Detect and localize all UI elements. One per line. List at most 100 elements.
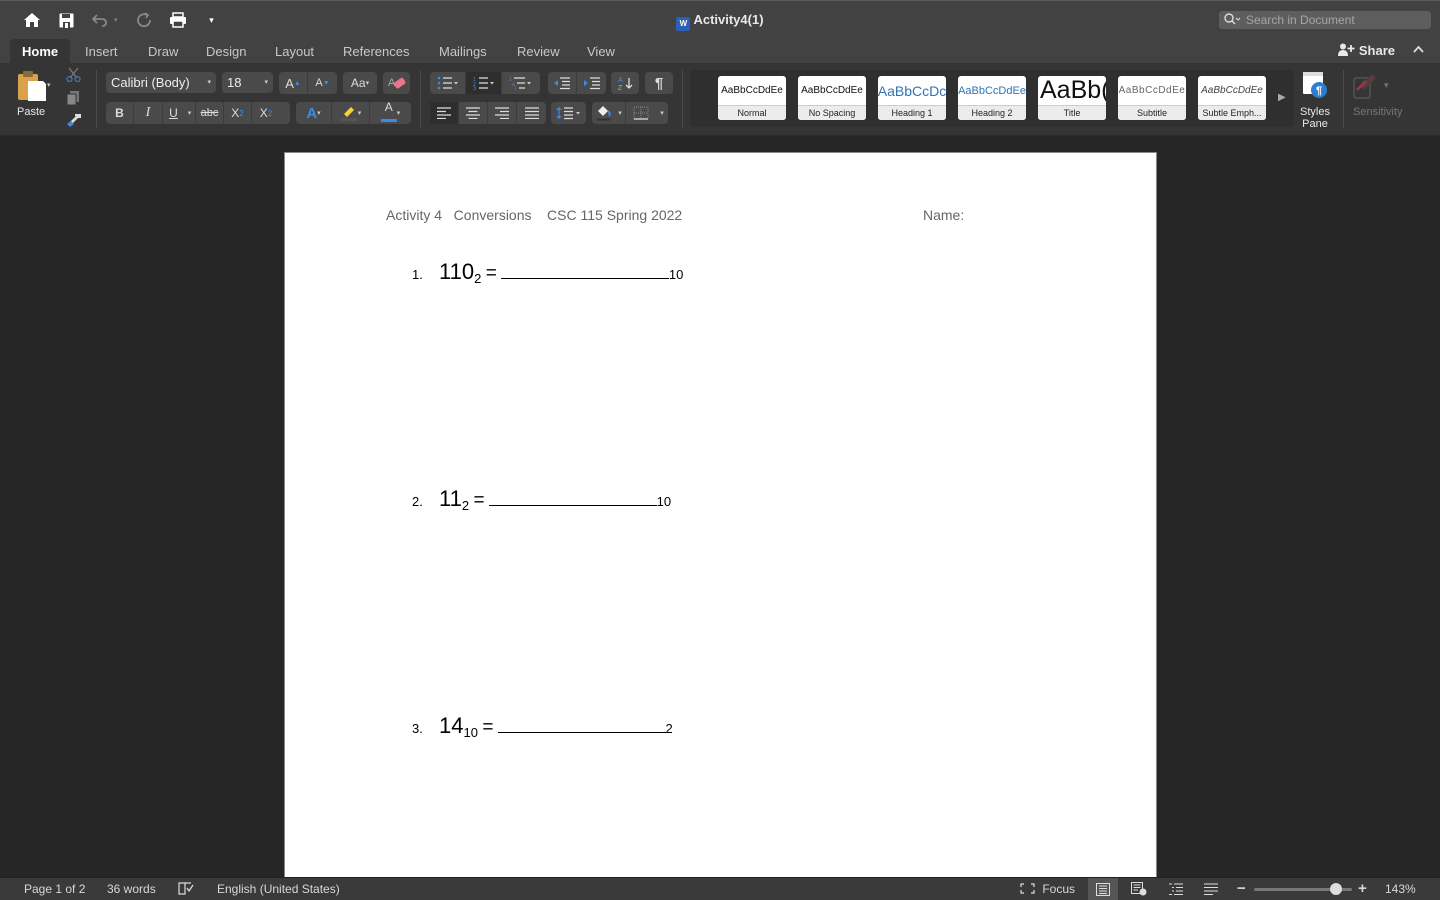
decrease-font-size-button[interactable]: A ▼ (308, 72, 337, 94)
answer-blank[interactable] (488, 488, 657, 506)
word-doc-icon: W (676, 17, 691, 31)
font-name-select[interactable]: Calibri (Body) ▾ (106, 72, 216, 93)
styles-pane-button[interactable]: ¶ (1298, 70, 1332, 105)
proofing-icon[interactable] (178, 881, 194, 898)
tab-design[interactable]: Design (206, 44, 246, 59)
text-effects-button[interactable]: A ▾ (296, 102, 332, 124)
header-name-label: Name: (923, 207, 965, 223)
underline-button[interactable]: U (163, 102, 184, 124)
web-layout-view-button[interactable] (1124, 878, 1154, 900)
tab-draw[interactable]: Draw (148, 44, 178, 59)
subscript-button[interactable]: X2 (224, 102, 252, 124)
share-button[interactable]: Share (1338, 43, 1395, 58)
style-heading-1[interactable]: AaBbCcDc Heading 1 (878, 76, 946, 120)
align-center-icon (466, 107, 480, 119)
clear-formatting-button[interactable]: A (383, 72, 410, 94)
header-left-text: Activity 4 Conversions CSC 115 Spring 20… (386, 207, 683, 223)
outline-view-button[interactable] (1161, 878, 1191, 900)
bullets-button[interactable] (430, 72, 466, 94)
multilevel-list-button[interactable]: 1ai (502, 72, 540, 94)
zoom-slider-handle[interactable] (1330, 883, 1343, 895)
bold-button[interactable]: B (106, 102, 134, 124)
zoom-level[interactable]: 143% (1385, 882, 1416, 896)
add-person-icon (1338, 43, 1355, 56)
language-indicator[interactable]: English (United States) (217, 882, 340, 896)
from-base: 2 (461, 498, 470, 513)
search-placeholder: Search in Document (1246, 13, 1355, 27)
cut-icon[interactable] (66, 67, 81, 87)
tab-review[interactable]: Review (517, 44, 560, 59)
chevron-down-icon: ▾ (264, 79, 268, 86)
zoom-in-button[interactable]: + (1358, 880, 1367, 897)
ribbon-divider (96, 70, 97, 128)
strikethrough-button[interactable]: abc (196, 102, 224, 124)
align-left-button[interactable] (430, 102, 459, 124)
zoom-out-button[interactable]: − (1237, 880, 1246, 897)
collapse-ribbon-icon[interactable] (1413, 42, 1424, 56)
page-count[interactable]: Page 1 of 2 (24, 882, 85, 896)
svg-text:3: 3 (473, 86, 476, 90)
style-no-spacing[interactable]: AaBbCcDdEe No Spacing (798, 76, 866, 120)
search-icon[interactable] (1224, 11, 1241, 29)
change-case-button[interactable]: Aa ▾ (343, 72, 377, 94)
line-spacing-icon (555, 107, 580, 120)
question-value: 11 (439, 486, 462, 511)
increase-indent-button[interactable] (577, 72, 606, 94)
italic-button[interactable]: I (134, 102, 163, 124)
shading-dropdown-icon[interactable]: ▾ (618, 109, 622, 117)
word-count[interactable]: 36 words (107, 882, 156, 896)
draft-icon (1204, 883, 1218, 895)
format-painter-icon[interactable] (66, 113, 82, 133)
font-color-button[interactable]: A ▾ (370, 101, 411, 124)
highlight-button[interactable]: ▾ (332, 102, 370, 124)
shading-button[interactable] (592, 102, 615, 124)
style-normal[interactable]: AaBbCcDdEe Normal (718, 76, 786, 120)
answer-blank[interactable] (497, 715, 666, 733)
show-formatting-button[interactable]: ¶ (645, 72, 673, 94)
question-number: 3. (412, 721, 423, 736)
to-base: 10 (656, 494, 672, 509)
borders-dropdown-icon[interactable]: ▾ (660, 109, 664, 117)
borders-button[interactable] (626, 102, 656, 124)
change-case-icon: Aa (350, 76, 366, 90)
superscript-button[interactable]: X2 (252, 102, 280, 124)
tab-insert[interactable]: Insert (85, 44, 118, 59)
to-base: 2 (665, 721, 673, 736)
style-subtitle[interactable]: AaBbCcDdEe Subtitle (1118, 76, 1186, 120)
increase-font-size-button[interactable]: A ▲ (279, 72, 308, 94)
from-base: 2 (474, 271, 482, 286)
search-input[interactable]: Search in Document (1219, 11, 1431, 29)
question-value: 110 (439, 259, 475, 284)
sensitivity-label: Sensitivity (1353, 106, 1403, 118)
svg-text:i: i (515, 86, 516, 90)
document-page[interactable]: Activity 4 Conversions CSC 115 Spring 20… (284, 152, 1157, 878)
tab-layout[interactable]: Layout (275, 44, 314, 59)
chevron-down-icon: ▾ (207, 79, 211, 86)
print-layout-view-button[interactable] (1088, 878, 1118, 900)
answer-blank[interactable] (500, 261, 669, 279)
sort-button[interactable]: AZ (611, 72, 639, 94)
underline-dropdown-icon[interactable]: ▾ (188, 109, 192, 117)
gallery-next-icon[interactable]: ▶ (1278, 92, 1286, 103)
paste-button[interactable] (12, 70, 52, 107)
numbering-button[interactable]: 123 (466, 72, 502, 94)
paste-dropdown-icon[interactable]: ▾ (47, 81, 51, 89)
style-heading-2[interactable]: AaBbCcDdEe Heading 2 (958, 76, 1026, 120)
style-subtle-emphasis[interactable]: AaBbCcDdEe Subtle Emph... (1198, 76, 1266, 120)
copy-icon[interactable] (66, 90, 81, 110)
justify-button[interactable] (517, 102, 546, 124)
tab-view[interactable]: View (587, 44, 615, 59)
style-title[interactable]: AaBb( Title (1038, 76, 1106, 120)
align-center-button[interactable] (459, 102, 488, 124)
line-spacing-button[interactable] (551, 102, 586, 124)
focus-mode-button[interactable]: Focus (1020, 882, 1075, 896)
tab-home[interactable]: Home (10, 39, 71, 64)
draft-view-button[interactable] (1196, 878, 1226, 900)
tab-mailings[interactable]: Mailings (439, 44, 487, 59)
tab-references[interactable]: References (343, 44, 409, 59)
align-right-button[interactable] (488, 102, 517, 124)
sensitivity-button[interactable]: ▾ (1352, 72, 1399, 105)
decrease-indent-button[interactable] (548, 72, 577, 94)
equals-sign: = (482, 717, 494, 738)
font-size-select[interactable]: 18 ▾ (222, 72, 273, 93)
